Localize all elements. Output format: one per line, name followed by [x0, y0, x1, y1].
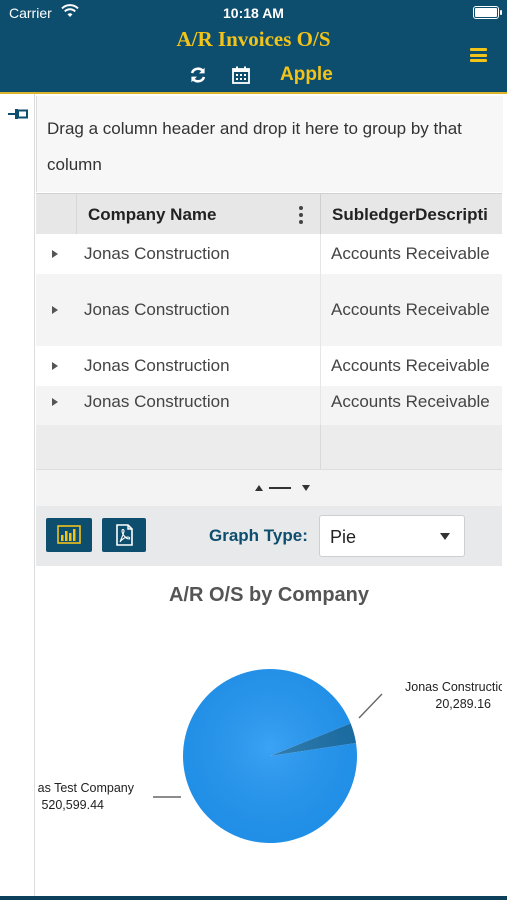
table-row[interactable]: Jonas Construction Accounts Receivable — [36, 386, 502, 425]
pie-slice-label: as Test Company — [38, 781, 135, 795]
expand-row-icon[interactable] — [52, 306, 58, 314]
subledger-cell: Accounts Receivable — [331, 392, 490, 411]
table-row[interactable]: Jonas Construction Accounts Receivable — [36, 274, 502, 346]
expand-down-icon[interactable] — [302, 485, 310, 491]
table-row[interactable]: Jonas Construction Accounts Receivable — [36, 234, 502, 274]
status-time: 10:18 AM — [223, 5, 284, 21]
graph-type-select[interactable]: Pie — [319, 515, 465, 557]
expand-row-icon[interactable] — [52, 362, 58, 370]
column-divider — [76, 194, 77, 234]
pie-slice[interactable] — [183, 669, 358, 843]
graph-type-label: Graph Type: — [209, 526, 308, 545]
grid-empty-row — [36, 425, 502, 469]
pie-slice-value: 20,289.16 — [435, 697, 491, 711]
refresh-icon[interactable] — [188, 65, 208, 85]
status-bar: Carrier 10:18 AM — [0, 0, 507, 26]
company-cell: Jonas Construction — [84, 356, 230, 375]
subledger-cell: Accounts Receivable — [331, 300, 490, 319]
grid-header: Company Name SubledgerDescripti — [36, 193, 502, 235]
expand-row-icon[interactable] — [52, 250, 58, 258]
chevron-down-icon — [440, 533, 450, 540]
hamburger-menu-icon[interactable] — [470, 48, 487, 62]
bar-chart-icon — [57, 525, 81, 544]
pie-chart: Jonas Constructio 20,289.16 as Test Compan… — [38, 669, 502, 843]
panel-splitter[interactable] — [36, 469, 502, 507]
splitter-handle[interactable] — [269, 487, 291, 489]
group-by-drop-area[interactable]: Drag a column header and drop it here to… — [36, 96, 503, 192]
group-by-hint: Drag a column header and drop it here to… — [47, 119, 462, 174]
column-header-company-name[interactable]: Company Name — [88, 205, 216, 225]
subledger-cell: Accounts Receivable — [331, 244, 490, 263]
pin-icon[interactable] — [7, 108, 29, 120]
page-title: A/R Invoices O/S — [176, 27, 331, 51]
pie-slice-label: Jonas Constructio — [405, 680, 502, 694]
collapse-up-icon[interactable] — [255, 485, 263, 491]
chart-view-button[interactable] — [46, 518, 92, 552]
invoice-grid: Company Name SubledgerDescripti Jonas Co… — [36, 193, 502, 469]
battery-icon — [473, 6, 502, 19]
column-header-subledger-description[interactable]: SubledgerDescripti — [332, 205, 488, 225]
column-menu-icon[interactable] — [299, 206, 303, 224]
expand-row-icon[interactable] — [52, 398, 58, 406]
bottom-edge — [0, 896, 507, 900]
column-divider — [320, 194, 321, 234]
table-row[interactable]: Jonas Construction Accounts Receivable — [36, 346, 502, 386]
company-cell: Jonas Construction — [84, 392, 230, 411]
header-divider — [0, 92, 507, 94]
app-header: Carrier 10:18 AM A/R Invoices O/S Apple — [0, 0, 507, 92]
pie-slice-value: 520,599.44 — [41, 798, 104, 812]
pie-leader-line — [358, 693, 383, 719]
graph-type-value: Pie — [330, 527, 357, 547]
company-cell: Jonas Construction — [84, 300, 230, 319]
subledger-cell: Accounts Receivable — [331, 356, 490, 375]
export-pdf-button[interactable] — [102, 518, 146, 552]
graph-toolbar: Graph Type: Pie — [36, 506, 502, 566]
company-selector[interactable]: Apple — [280, 64, 333, 86]
calendar-icon[interactable] — [231, 65, 251, 85]
company-cell: Jonas Construction — [84, 244, 230, 263]
pdf-icon — [116, 524, 133, 546]
left-rail — [0, 94, 35, 900]
chart-area: A/R O/S by Company Jonas Constructio 20,2… — [36, 566, 502, 900]
